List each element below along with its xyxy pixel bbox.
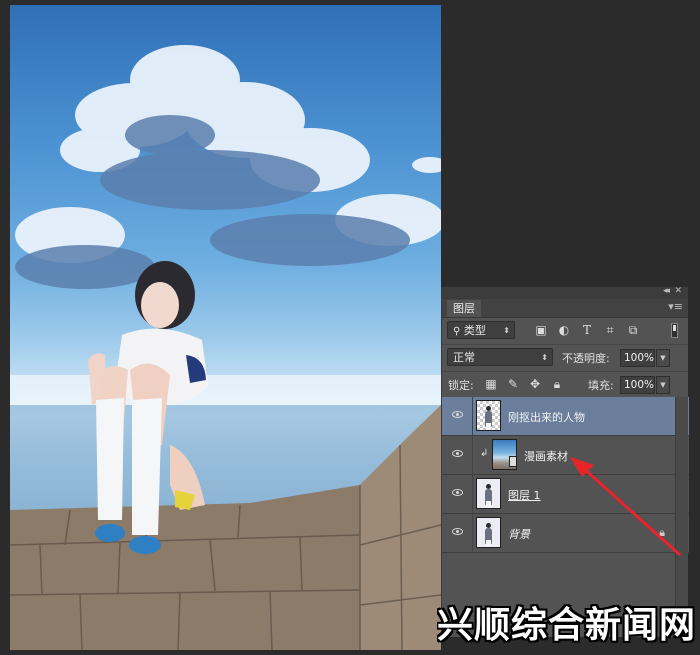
lock-all-icon[interactable]: 🔒︎ xyxy=(550,376,564,392)
layer-name[interactable]: 图层 1 xyxy=(508,487,541,503)
eye-icon xyxy=(452,411,463,418)
layer-filter-row: ⚲ 类型 ⬍ ▣ ◐ T ⌗ ⧉ xyxy=(442,318,688,345)
blend-mode-value: 正常 xyxy=(453,351,475,364)
lock-icons: ▦ ✎ ✥ 🔒︎ xyxy=(484,376,564,392)
eye-icon xyxy=(452,528,463,535)
layer-thumbnail xyxy=(476,517,501,548)
lock-transparent-pixels-icon[interactable]: ▦ xyxy=(484,376,498,392)
smart-object-badge-icon xyxy=(509,456,516,467)
layer-name[interactable]: 刚抠出来的人物 xyxy=(508,409,585,425)
adjustment-layer-filter-icon[interactable]: ◐ xyxy=(557,323,571,337)
layer-filter-dropdown[interactable]: ⚲ 类型 ⬍ xyxy=(447,321,515,339)
fill-input[interactable]: 100% xyxy=(620,376,655,394)
layer-row[interactable]: 背景 🔒︎ xyxy=(442,514,689,553)
type-layer-filter-icon[interactable]: T xyxy=(580,323,594,337)
panel-title-bar: ◂◂ ✕ xyxy=(442,286,688,299)
lock-image-pixels-icon[interactable]: ✎ xyxy=(506,376,520,392)
blend-mode-dropdown[interactable]: 正常 ⬍ xyxy=(447,348,553,366)
tab-layers[interactable]: 图层 xyxy=(447,300,481,317)
figure-legs xyxy=(486,540,491,547)
close-icon[interactable]: ✕ xyxy=(674,286,682,296)
lock-position-icon[interactable]: ✥ xyxy=(528,376,542,392)
pixel-layer-filter-icon[interactable]: ▣ xyxy=(534,323,548,337)
visibility-toggle[interactable] xyxy=(442,475,473,513)
layers-scrollbar[interactable] xyxy=(675,397,688,633)
fill-dropdown-button[interactable]: ▼ xyxy=(656,376,670,394)
layer-thumbnail xyxy=(476,400,501,431)
panel-menu-icon[interactable]: ▾≡ xyxy=(668,300,683,313)
opacity-dropdown-button[interactable]: ▼ xyxy=(656,349,670,367)
figure-legs xyxy=(486,423,491,430)
filter-kind-label: 类型 xyxy=(463,324,486,337)
layer-list: 刚抠出来的人物 ↲ 漫画素材 图层 1 背景 🔒︎ xyxy=(442,397,689,553)
chevron-updown-icon: ⬍ xyxy=(541,353,548,362)
layer-name[interactable]: 漫画素材 xyxy=(524,448,568,464)
eye-icon xyxy=(452,450,463,457)
visibility-toggle[interactable] xyxy=(442,514,473,552)
layer-thumbnail xyxy=(492,439,517,470)
document-canvas[interactable] xyxy=(10,5,441,650)
layers-panel: ◂◂ ✕ 图层 ▾≡ ⚲ 类型 ⬍ ▣ ◐ T ⌗ ⧉ 正常 ⬍ 不透明度: 1… xyxy=(441,286,689,637)
shape-layer-filter-icon[interactable]: ⌗ xyxy=(603,323,617,337)
layer-row[interactable]: 刚抠出来的人物 xyxy=(442,397,689,436)
search-icon: ⚲ xyxy=(453,326,461,337)
layer-row[interactable]: ↲ 漫画素材 xyxy=(442,436,689,475)
figure-legs xyxy=(486,501,491,508)
lock-label: 锁定: xyxy=(448,379,474,392)
visibility-toggle[interactable] xyxy=(442,436,473,474)
clipping-mask-arrow-icon: ↲ xyxy=(480,448,489,459)
panel-tab-bar: 图层 ▾≡ xyxy=(442,299,688,318)
collapse-panel-icon[interactable]: ◂◂ xyxy=(663,286,670,296)
visibility-toggle[interactable] xyxy=(442,397,473,435)
fill-label: 填充: xyxy=(588,379,614,392)
lock-fill-row: 锁定: ▦ ✎ ✥ 🔒︎ 填充: 100% ▼ xyxy=(442,372,688,399)
layer-name[interactable]: 背景 xyxy=(508,526,530,542)
blend-opacity-row: 正常 ⬍ 不透明度: 100% ▼ xyxy=(442,345,688,372)
opacity-label: 不透明度: xyxy=(562,352,610,365)
lock-icon: 🔒︎ xyxy=(659,526,665,539)
chevron-updown-icon: ⬍ xyxy=(503,326,510,335)
opacity-input[interactable]: 100% xyxy=(620,349,655,367)
filter-icons: ▣ ◐ T ⌗ ⧉ xyxy=(534,323,640,337)
layer-thumbnail xyxy=(476,478,501,509)
layer-row[interactable]: 图层 1 xyxy=(442,475,689,514)
filter-toggle-switch[interactable] xyxy=(671,323,678,338)
canvas-artwork xyxy=(10,45,441,650)
watermark: 兴顺综合新闻网 xyxy=(437,605,697,646)
smart-object-filter-icon[interactable]: ⧉ xyxy=(626,323,640,337)
eye-icon xyxy=(452,489,463,496)
